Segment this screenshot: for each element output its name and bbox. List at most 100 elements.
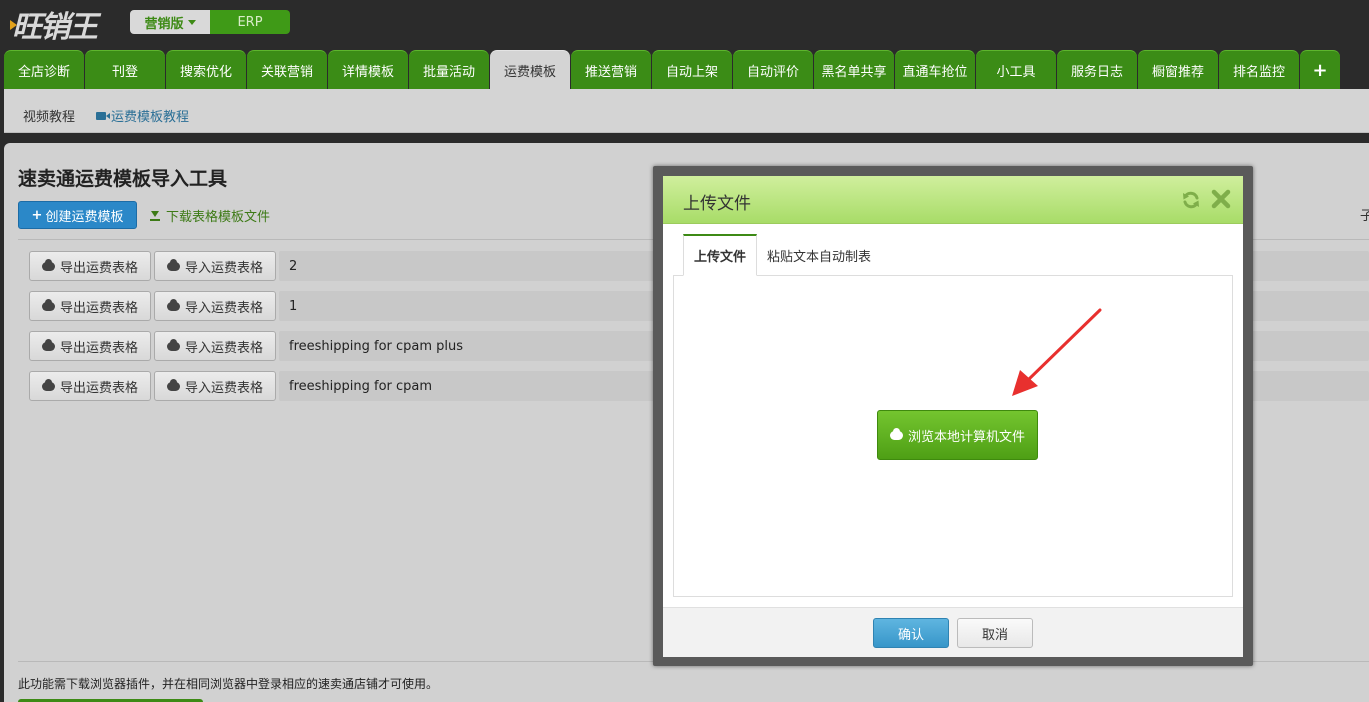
video-tutorial-label: 视频教程	[23, 110, 76, 125]
nav-tab-label: 运费模板	[503, 64, 556, 80]
pointer-arrow-annotation	[1012, 308, 1102, 396]
cloud-upload-icon	[166, 298, 180, 311]
nav-tab-add[interactable]: +	[1300, 50, 1340, 89]
cloud-upload-icon	[166, 338, 180, 351]
download-icon	[149, 210, 161, 221]
nav-tab-label: 关联营销	[260, 64, 313, 80]
sub-nav: 视频教程 运费模板教程	[4, 89, 1369, 133]
edition-active-label: 营销版	[144, 16, 184, 32]
upload-file-dialog: 上传文件 上传文件 粘贴文本自动制表 浏览本地计算机文件 确认 取消	[653, 166, 1253, 666]
dialog-body: 上传文件 上传文件 粘贴文本自动制表 浏览本地计算机文件 确认 取消	[663, 176, 1243, 657]
cloud-download-icon	[41, 378, 55, 391]
nav-tab-label: 搜索优化	[179, 64, 232, 80]
edition-marketing-dropdown[interactable]: 营销版	[130, 10, 210, 34]
nav-tab-label: 自动评价	[746, 64, 799, 80]
nav-tab-label: 服务日志	[1070, 64, 1123, 80]
upload-panel: 浏览本地计算机文件	[673, 276, 1233, 597]
nav-tab-shipping-template[interactable]: 运费模板	[490, 50, 570, 89]
tab-paste-text[interactable]: 粘贴文本自动制表	[759, 234, 879, 276]
edition-erp-label: ERP	[237, 14, 263, 30]
logo[interactable]: 旺销王	[10, 2, 98, 46]
nav-tab-ad-bidding[interactable]: 直通车抢位	[895, 50, 975, 89]
tab-upload-file[interactable]: 上传文件	[683, 234, 757, 276]
import-shipping-table-button[interactable]: 导入运费表格	[154, 291, 276, 321]
cloud-upload-icon	[166, 378, 180, 391]
nav-tab-rank-monitor[interactable]: 排名监控	[1219, 50, 1299, 89]
nav-tab-label: 黑名单共享	[821, 64, 887, 80]
browse-button-label: 浏览本地计算机文件	[907, 429, 1025, 445]
export-shipping-table-button[interactable]: 导出运费表格	[29, 371, 151, 401]
create-shipping-template-button[interactable]: + 创建运费模板	[18, 201, 137, 229]
nav-tab-tools[interactable]: 小工具	[976, 50, 1056, 89]
cloud-download-icon	[41, 338, 55, 351]
tab-label: 上传文件	[693, 250, 746, 265]
nav-tab-seo[interactable]: 搜索优化	[166, 50, 246, 89]
nav-tab-push-marketing[interactable]: 推送营销	[571, 50, 651, 89]
nav-tab-label: 刊登	[111, 64, 138, 80]
create-button-label: 创建运费模板	[45, 209, 124, 225]
export-label: 导出运费表格	[59, 380, 138, 396]
nav-tab-label: 批量活动	[422, 64, 475, 80]
nav-tab-label: 全店诊断	[17, 64, 70, 80]
logo-text: 旺销王	[12, 10, 98, 45]
nav-tab-label: 排名监控	[1232, 64, 1285, 80]
nav-tab-blacklist[interactable]: 黑名单共享	[814, 50, 894, 89]
nav-tab-detail-template[interactable]: 详情模板	[328, 50, 408, 89]
video-camera-icon	[96, 111, 110, 120]
shipping-template-tutorial-link[interactable]: 运费模板教程	[96, 106, 189, 125]
cloud-download-icon	[41, 298, 55, 311]
nav-tab-showcase[interactable]: 橱窗推荐	[1138, 50, 1218, 89]
import-shipping-table-button[interactable]: 导入运费表格	[154, 251, 276, 281]
import-shipping-table-button[interactable]: 导入运费表格	[154, 371, 276, 401]
nav-tab-label: 自动上架	[665, 64, 718, 80]
nav-tab-label: 推送营销	[584, 64, 637, 80]
download-template-link[interactable]: 下载表格模板文件	[149, 206, 270, 225]
truncated-text: 子	[1360, 209, 1369, 224]
dialog-header: 上传文件	[663, 176, 1243, 224]
top-header: 旺销王 营销版 ERP	[0, 0, 1369, 48]
export-label: 导出运费表格	[59, 300, 138, 316]
nav-tab-diagnosis[interactable]: 全店诊断	[4, 50, 84, 89]
edition-erp-button[interactable]: ERP	[210, 10, 290, 34]
tab-label: 粘贴文本自动制表	[766, 249, 871, 265]
caret-down-icon	[187, 19, 196, 25]
confirm-button[interactable]: 确认	[873, 618, 949, 648]
plus-icon: +	[1312, 59, 1328, 81]
nav-tab-related-marketing[interactable]: 关联营销	[247, 50, 327, 89]
nav-tab-auto-list[interactable]: 自动上架	[652, 50, 732, 89]
nav-tab-auto-review[interactable]: 自动评价	[733, 50, 813, 89]
refresh-icon[interactable]	[1181, 190, 1201, 210]
import-shipping-table-button[interactable]: 导入运费表格	[154, 331, 276, 361]
dialog-title: 上传文件	[683, 194, 751, 214]
cloud-upload-icon	[166, 258, 180, 271]
export-shipping-table-button[interactable]: 导出运费表格	[29, 331, 151, 361]
browse-local-file-button[interactable]: 浏览本地计算机文件	[877, 410, 1038, 460]
cancel-button[interactable]: 取消	[957, 618, 1033, 648]
dialog-tabs: 上传文件 粘贴文本自动制表	[673, 234, 1233, 276]
cloud-upload-icon	[889, 427, 903, 440]
nav-tab-service-log[interactable]: 服务日志	[1057, 50, 1137, 89]
dialog-footer: 确认 取消	[663, 607, 1243, 657]
edition-switcher: 营销版 ERP	[130, 10, 290, 34]
cloud-download-icon	[41, 258, 55, 271]
logo-flame-icon	[10, 20, 17, 30]
download-link-label: 下载表格模板文件	[166, 210, 271, 225]
import-label: 导入运费表格	[184, 380, 263, 396]
page-title: 速卖通运费模板导入工具	[18, 168, 228, 190]
import-label: 导入运费表格	[184, 340, 263, 356]
nav-tab-label: 橱窗推荐	[1151, 64, 1204, 80]
close-icon[interactable]	[1211, 189, 1231, 209]
plugin-requirement-note: 此功能需下载浏览器插件，并在相同浏览器中登录相应的速卖通店铺才可使用。	[18, 677, 439, 691]
export-shipping-table-button[interactable]: 导出运费表格	[29, 291, 151, 321]
export-shipping-table-button[interactable]: 导出运费表格	[29, 251, 151, 281]
nav-tab-bulk-activity[interactable]: 批量活动	[409, 50, 489, 89]
nav-tab-label: 小工具	[996, 64, 1036, 80]
plus-icon: +	[31, 207, 43, 223]
nav-tab-listing[interactable]: 刊登	[85, 50, 165, 89]
tutorial-link-label: 运费模板教程	[111, 110, 190, 125]
nav-tab-label: 直通车抢位	[902, 64, 968, 80]
import-label: 导入运费表格	[184, 260, 263, 276]
main-nav: 全店诊断 刊登 搜索优化 关联营销 详情模板 批量活动 运费模板 推送营销 自动…	[4, 50, 1341, 89]
import-label: 导入运费表格	[184, 300, 263, 316]
export-label: 导出运费表格	[59, 260, 138, 276]
